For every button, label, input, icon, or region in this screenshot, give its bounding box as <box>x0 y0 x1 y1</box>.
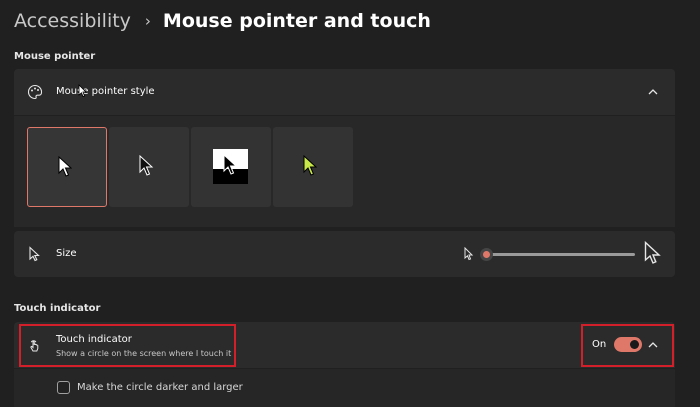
inverted-pointer-icon <box>223 154 238 175</box>
breadcrumb-separator: › <box>144 12 151 30</box>
touch-indicator-description: Show a circle on the screen where I touc… <box>56 349 232 358</box>
size-slider-track[interactable] <box>482 253 635 256</box>
mouse-cursor-icon <box>78 84 87 97</box>
size-label: Size <box>56 248 77 259</box>
darker-circle-label: Make the circle darker and larger <box>77 382 243 393</box>
black-pointer-icon <box>139 155 154 176</box>
pointer-size-row: Size <box>14 231 675 277</box>
toggle-knob <box>630 340 639 349</box>
pointer-style-inverted[interactable] <box>191 127 271 207</box>
touch-indicator-toggle[interactable] <box>614 337 642 352</box>
darker-circle-option-row: Make the circle darker and larger <box>14 369 675 407</box>
large-pointer-icon <box>644 241 661 264</box>
palette-icon <box>27 84 43 100</box>
touch-icon <box>30 340 39 352</box>
size-slider-thumb[interactable] <box>480 248 493 261</box>
pointer-style-options <box>14 116 675 227</box>
toggle-state-label: On <box>592 339 607 350</box>
white-pointer-icon <box>58 156 73 177</box>
touch-indicator-row[interactable]: Touch indicator Show a circle on the scr… <box>14 322 675 368</box>
custom-color-pointer-icon <box>303 155 318 176</box>
pointer-style-white[interactable] <box>27 127 107 207</box>
pointer-style-custom[interactable] <box>273 127 353 207</box>
touch-indicator-title: Touch indicator <box>56 334 132 345</box>
inverted-preview <box>213 149 248 184</box>
mouse-pointer-style-label: Mouse pointer style <box>56 86 155 97</box>
pointer-style-black[interactable] <box>109 127 189 207</box>
mouse-pointer-style-row[interactable]: Mouse pointer style <box>14 69 675 115</box>
darker-circle-checkbox[interactable] <box>57 381 70 394</box>
section-label-touch-indicator: Touch indicator <box>14 303 101 314</box>
chevron-up-icon[interactable] <box>647 87 659 97</box>
page-title: Mouse pointer and touch <box>162 10 431 32</box>
small-pointer-icon <box>464 247 474 261</box>
breadcrumb: Accessibility › Mouse pointer and touch <box>14 10 431 32</box>
pointer-icon <box>29 246 40 262</box>
chevron-up-icon[interactable] <box>647 340 659 350</box>
breadcrumb-accessibility-link[interactable]: Accessibility <box>14 10 131 32</box>
section-label-mouse-pointer: Mouse pointer <box>14 51 96 62</box>
